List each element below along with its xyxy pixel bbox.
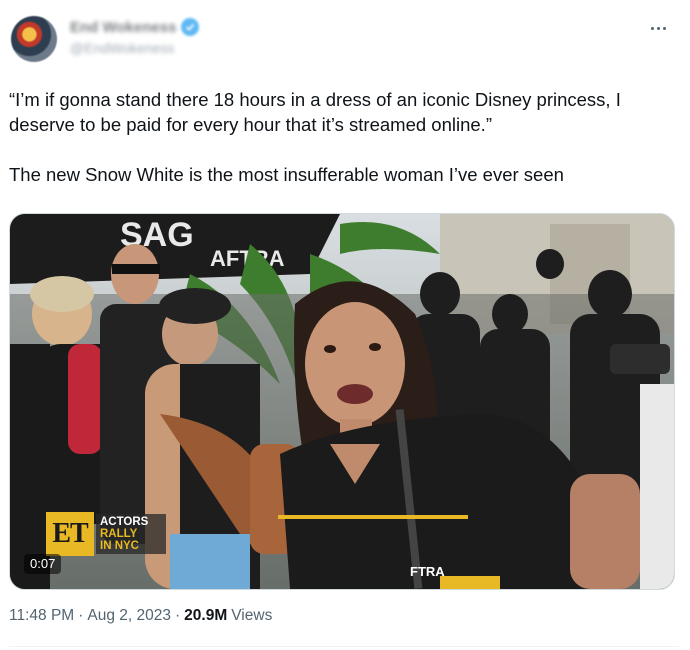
tweet-meta: 11:48 PM · Aug 2, 2023 · 20.9M Views — [9, 607, 272, 625]
tweet-date[interactable]: Aug 2, 2023 — [87, 607, 171, 625]
views-count[interactable]: 20.9M — [184, 607, 227, 625]
more-horizontal-icon[interactable] — [646, 18, 670, 38]
meta-separator-2: · — [174, 607, 181, 624]
author-name-row[interactable]: End Wokeness — [70, 18, 200, 36]
verified-badge-icon — [181, 18, 200, 36]
caption-line-3: IN NYC — [100, 540, 139, 552]
views-label: Views — [231, 607, 273, 624]
author-avatar[interactable] — [11, 16, 57, 62]
caption-line-2: RALLY — [100, 528, 138, 540]
divider — [9, 646, 679, 647]
video-duration: 0:07 — [24, 554, 62, 574]
tweet-text-quote: “I’m if gonna stand there 18 hours in a … — [9, 89, 621, 135]
tweet-text-comment: The new Snow White is the most insuffera… — [9, 164, 564, 185]
caption-line-1: ACTORS — [100, 516, 149, 528]
author-handle[interactable]: @EndWokeness — [70, 40, 174, 56]
tweet-time[interactable]: 11:48 PM — [9, 607, 74, 625]
meta-separator: · — [78, 607, 84, 624]
lower-third-bar — [278, 515, 468, 519]
tweet-card: End Wokeness @EndWokeness “I’m if gonna … — [0, 0, 690, 650]
et-logo: ET — [46, 512, 94, 556]
shirt-text: FTRA — [410, 564, 445, 579]
video-player[interactable]: SAG AFTRA — [9, 213, 675, 590]
lower-third-caption: ACTORS RALLY IN NYC — [96, 514, 166, 554]
author-display-name[interactable]: End Wokeness — [70, 19, 176, 36]
tweet-text: “I’m if gonna stand there 18 hours in a … — [9, 87, 679, 187]
